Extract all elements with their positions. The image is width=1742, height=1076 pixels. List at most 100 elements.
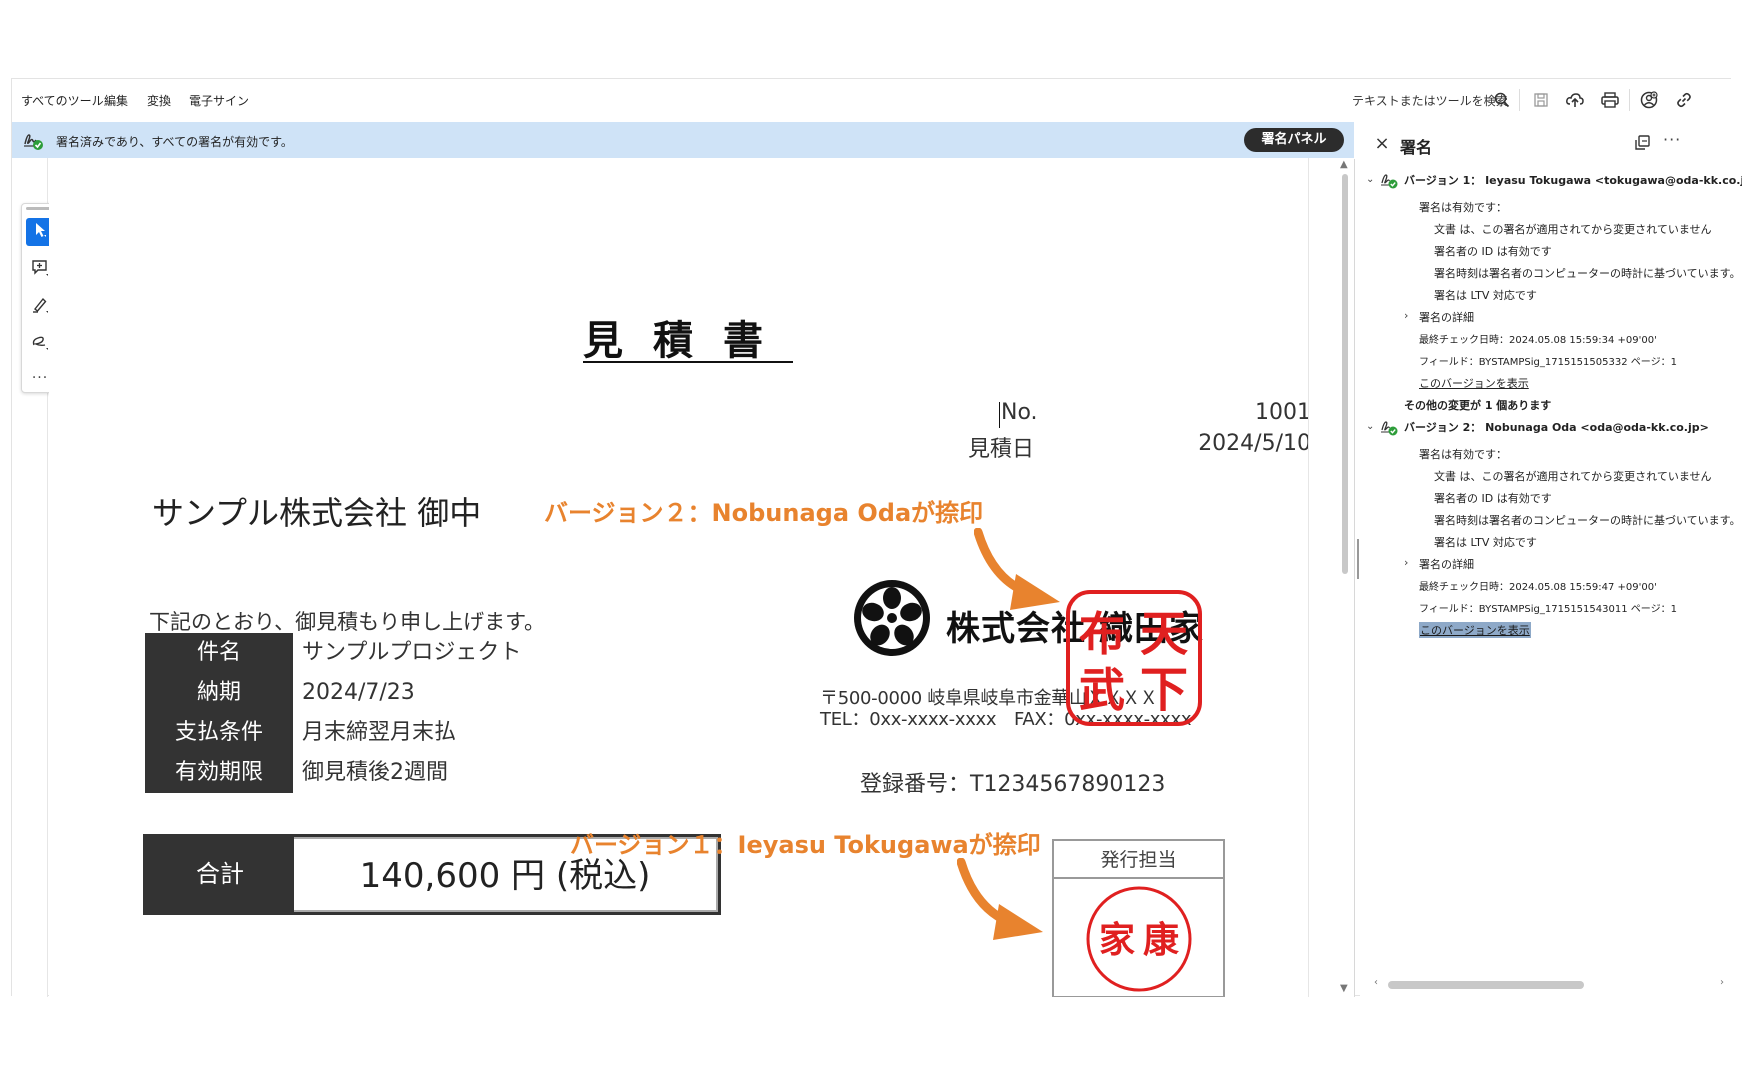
upload-icon[interactable] <box>1564 89 1586 111</box>
splitter-grip[interactable] <box>1357 539 1359 579</box>
info-value: 2024/7/23 <box>302 680 415 705</box>
svg-text:天: 天 <box>1140 606 1188 662</box>
issuer-label: 発行担当 <box>1054 841 1223 879</box>
check-item: 署名は LTV 対応です <box>1434 289 1537 302</box>
scroll-up-icon[interactable]: ▲ <box>1340 159 1348 170</box>
info-value: 御見積後2週間 <box>302 760 448 785</box>
signature-valid-icon <box>1380 418 1398 436</box>
annotation-version-2: バージョン２：Nobunaga Odaが捺印 <box>544 499 984 527</box>
view-version-link[interactable]: このバージョンを表示 <box>1419 375 1529 391</box>
svg-text:家: 家 <box>1099 919 1135 961</box>
info-label: 件名 <box>145 633 293 673</box>
account-icon[interactable] <box>1638 89 1660 111</box>
last-check-time: 最終チェック日時：2024.05.08 15:59:34 +09'00' <box>1419 335 1657 346</box>
link-icon[interactable] <box>1673 89 1695 111</box>
view-version-link[interactable]: このバージョンを表示 <box>1419 622 1531 638</box>
acrobat-window: すべてのツール 編集 変換 電子サイン テキストまたはツールを検索 署名済みであ <box>11 78 1742 997</box>
check-item: 文書 は、この署名が適用されてから変更されていません <box>1434 470 1712 483</box>
signature-details-toggle[interactable]: 署名の詳細 <box>1419 556 1474 572</box>
quote-date-value: 2024/5/10 <box>1198 431 1311 456</box>
document-page: 見積書 No. 1001 見積日 2024/5/10 サンプル株式会社 御中 下… <box>49 158 1319 997</box>
scroll-left-icon[interactable]: ‹ <box>1374 977 1378 988</box>
close-icon[interactable]: × <box>1374 135 1390 153</box>
last-check-time: 最終チェック日時：2024.05.08 15:59:47 +09'00' <box>1419 582 1657 593</box>
quote-date-label: 見積日 <box>968 437 1035 462</box>
other-changes-text: その他の変更が 1 個あります <box>1404 399 1552 412</box>
signature-field: フィールド：BYSTAMPSig_1715151543011 ページ：1 <box>1419 604 1677 615</box>
copy-icon[interactable] <box>1633 134 1653 154</box>
toolbar-divider <box>1629 89 1630 111</box>
signature-status-banner: 署名済みであり、すべての署名が有効です。 署名パネル <box>12 122 1354 158</box>
menu-bar: すべてのツール 編集 変換 電子サイン テキストまたはツールを検索 <box>12 79 1732 122</box>
menu-edit[interactable]: 編集 <box>104 92 128 109</box>
check-item: 文書 は、この署名が適用されてから変更されていません <box>1434 223 1712 236</box>
menu-all-tools[interactable]: すべてのツール <box>21 92 104 109</box>
save-icon[interactable] <box>1530 89 1552 111</box>
chevron-right-icon[interactable]: › <box>1404 556 1408 569</box>
document-title: 見積書 <box>583 318 793 364</box>
svg-text:武: 武 <box>1079 663 1125 717</box>
version-2-header[interactable]: バージョン 2： Nobunaga Oda <oda@oda-kk.co.jp> <box>1404 419 1709 435</box>
annotation-version-1: バージョン１：Ieyasu Tokugawaが捺印 <box>570 831 1041 859</box>
signature-panel-button[interactable]: 署名パネル <box>1244 128 1344 152</box>
search-icon[interactable] <box>1491 89 1513 111</box>
info-value: 月末締翌月末払 <box>302 720 457 745</box>
panel-title: 署名 <box>1400 138 1433 157</box>
quote-number-value: 1001 <box>1255 400 1311 425</box>
info-row: 有効期限 御見積後2週間 <box>145 753 545 793</box>
annotation-arrow-icon <box>973 527 1064 617</box>
annotation-arrow-icon <box>956 857 1047 947</box>
check-item: 署名者の ID は有効です <box>1434 245 1552 258</box>
issuer-box: 発行担当 家 康 <box>1052 839 1225 997</box>
info-row: 件名 サンプルプロジェクト <box>145 633 545 673</box>
info-label: 納期 <box>145 673 293 713</box>
info-row: 納期 2024/7/23 <box>145 673 545 713</box>
text-cursor <box>999 402 1000 428</box>
quote-number-label: No. <box>1001 400 1038 425</box>
signature-valid-text: 署名は有効です： <box>1419 201 1507 214</box>
menu-convert[interactable]: 変換 <box>147 92 171 109</box>
panel-scroll-thumb[interactable] <box>1388 981 1584 989</box>
comment-icon <box>31 259 49 281</box>
intro-text: 下記のとおり、御見積もり申し上げます。 <box>149 610 546 634</box>
family-crest-logo <box>852 578 932 658</box>
search-tools-label[interactable]: テキストまたはツールを検索 <box>1352 92 1508 109</box>
info-label: 支払条件 <box>145 713 293 753</box>
document-scroll-thumb[interactable] <box>1342 174 1348 574</box>
customer-name: サンプル株式会社 御中 <box>152 494 482 532</box>
scroll-down-icon[interactable]: ▼ <box>1340 983 1348 994</box>
total-label: 合計 <box>146 837 294 912</box>
signature-status-text: 署名済みであり、すべての署名が有効です。 <box>56 135 293 149</box>
highlight-icon <box>31 296 49 318</box>
info-label: 有効期限 <box>145 753 293 793</box>
check-item: 署名時刻は署名者のコンピューターの時計に基づいています。 <box>1434 514 1741 527</box>
version-1-header[interactable]: バージョン 1： Ieyasu Tokugawa <tokugawa@oda-k… <box>1404 172 1742 188</box>
print-icon[interactable] <box>1599 89 1621 111</box>
info-row: 支払条件 月末締翌月末払 <box>145 713 545 753</box>
scroll-right-icon[interactable]: › <box>1720 977 1724 988</box>
signature-field: フィールド：BYSTAMPSig_1715151505332 ページ：1 <box>1419 357 1677 368</box>
document-viewport[interactable]: 見積書 No. 1001 見積日 2024/5/10 サンプル株式会社 御中 下… <box>49 158 1354 997</box>
signature-valid-icon <box>1380 171 1398 189</box>
panel-horizontal-scrollbar[interactable]: ‹ › <box>1372 977 1734 991</box>
check-item: 署名は LTV 対応です <box>1434 536 1537 549</box>
svg-text:康: 康 <box>1143 919 1179 961</box>
svg-text:下: 下 <box>1140 662 1188 718</box>
draw-icon <box>31 333 49 355</box>
more-options-icon[interactable]: ··· <box>1663 130 1681 149</box>
select-icon <box>33 222 47 242</box>
personal-seal-stamp[interactable]: 家 康 <box>1085 885 1193 993</box>
signature-valid-icon <box>22 129 44 151</box>
check-item: 署名者の ID は有効です <box>1434 492 1552 505</box>
signature-details-toggle[interactable]: 署名の詳細 <box>1419 309 1474 325</box>
check-item: 署名時刻は署名者のコンピューターの時計に基づいています。 <box>1434 267 1741 280</box>
company-seal-stamp[interactable]: 天 下 布 武 <box>1064 588 1204 728</box>
toolbar-divider <box>1519 89 1520 111</box>
menu-esign[interactable]: 電子サイン <box>189 92 249 109</box>
info-value: サンプルプロジェクト <box>302 640 522 665</box>
signature-valid-text: 署名は有効です： <box>1419 448 1507 461</box>
more-icon: ··· <box>31 370 49 386</box>
chevron-down-icon[interactable]: ⌄ <box>1366 421 1374 432</box>
chevron-right-icon[interactable]: › <box>1404 309 1408 322</box>
chevron-down-icon[interactable]: ⌄ <box>1366 174 1374 185</box>
